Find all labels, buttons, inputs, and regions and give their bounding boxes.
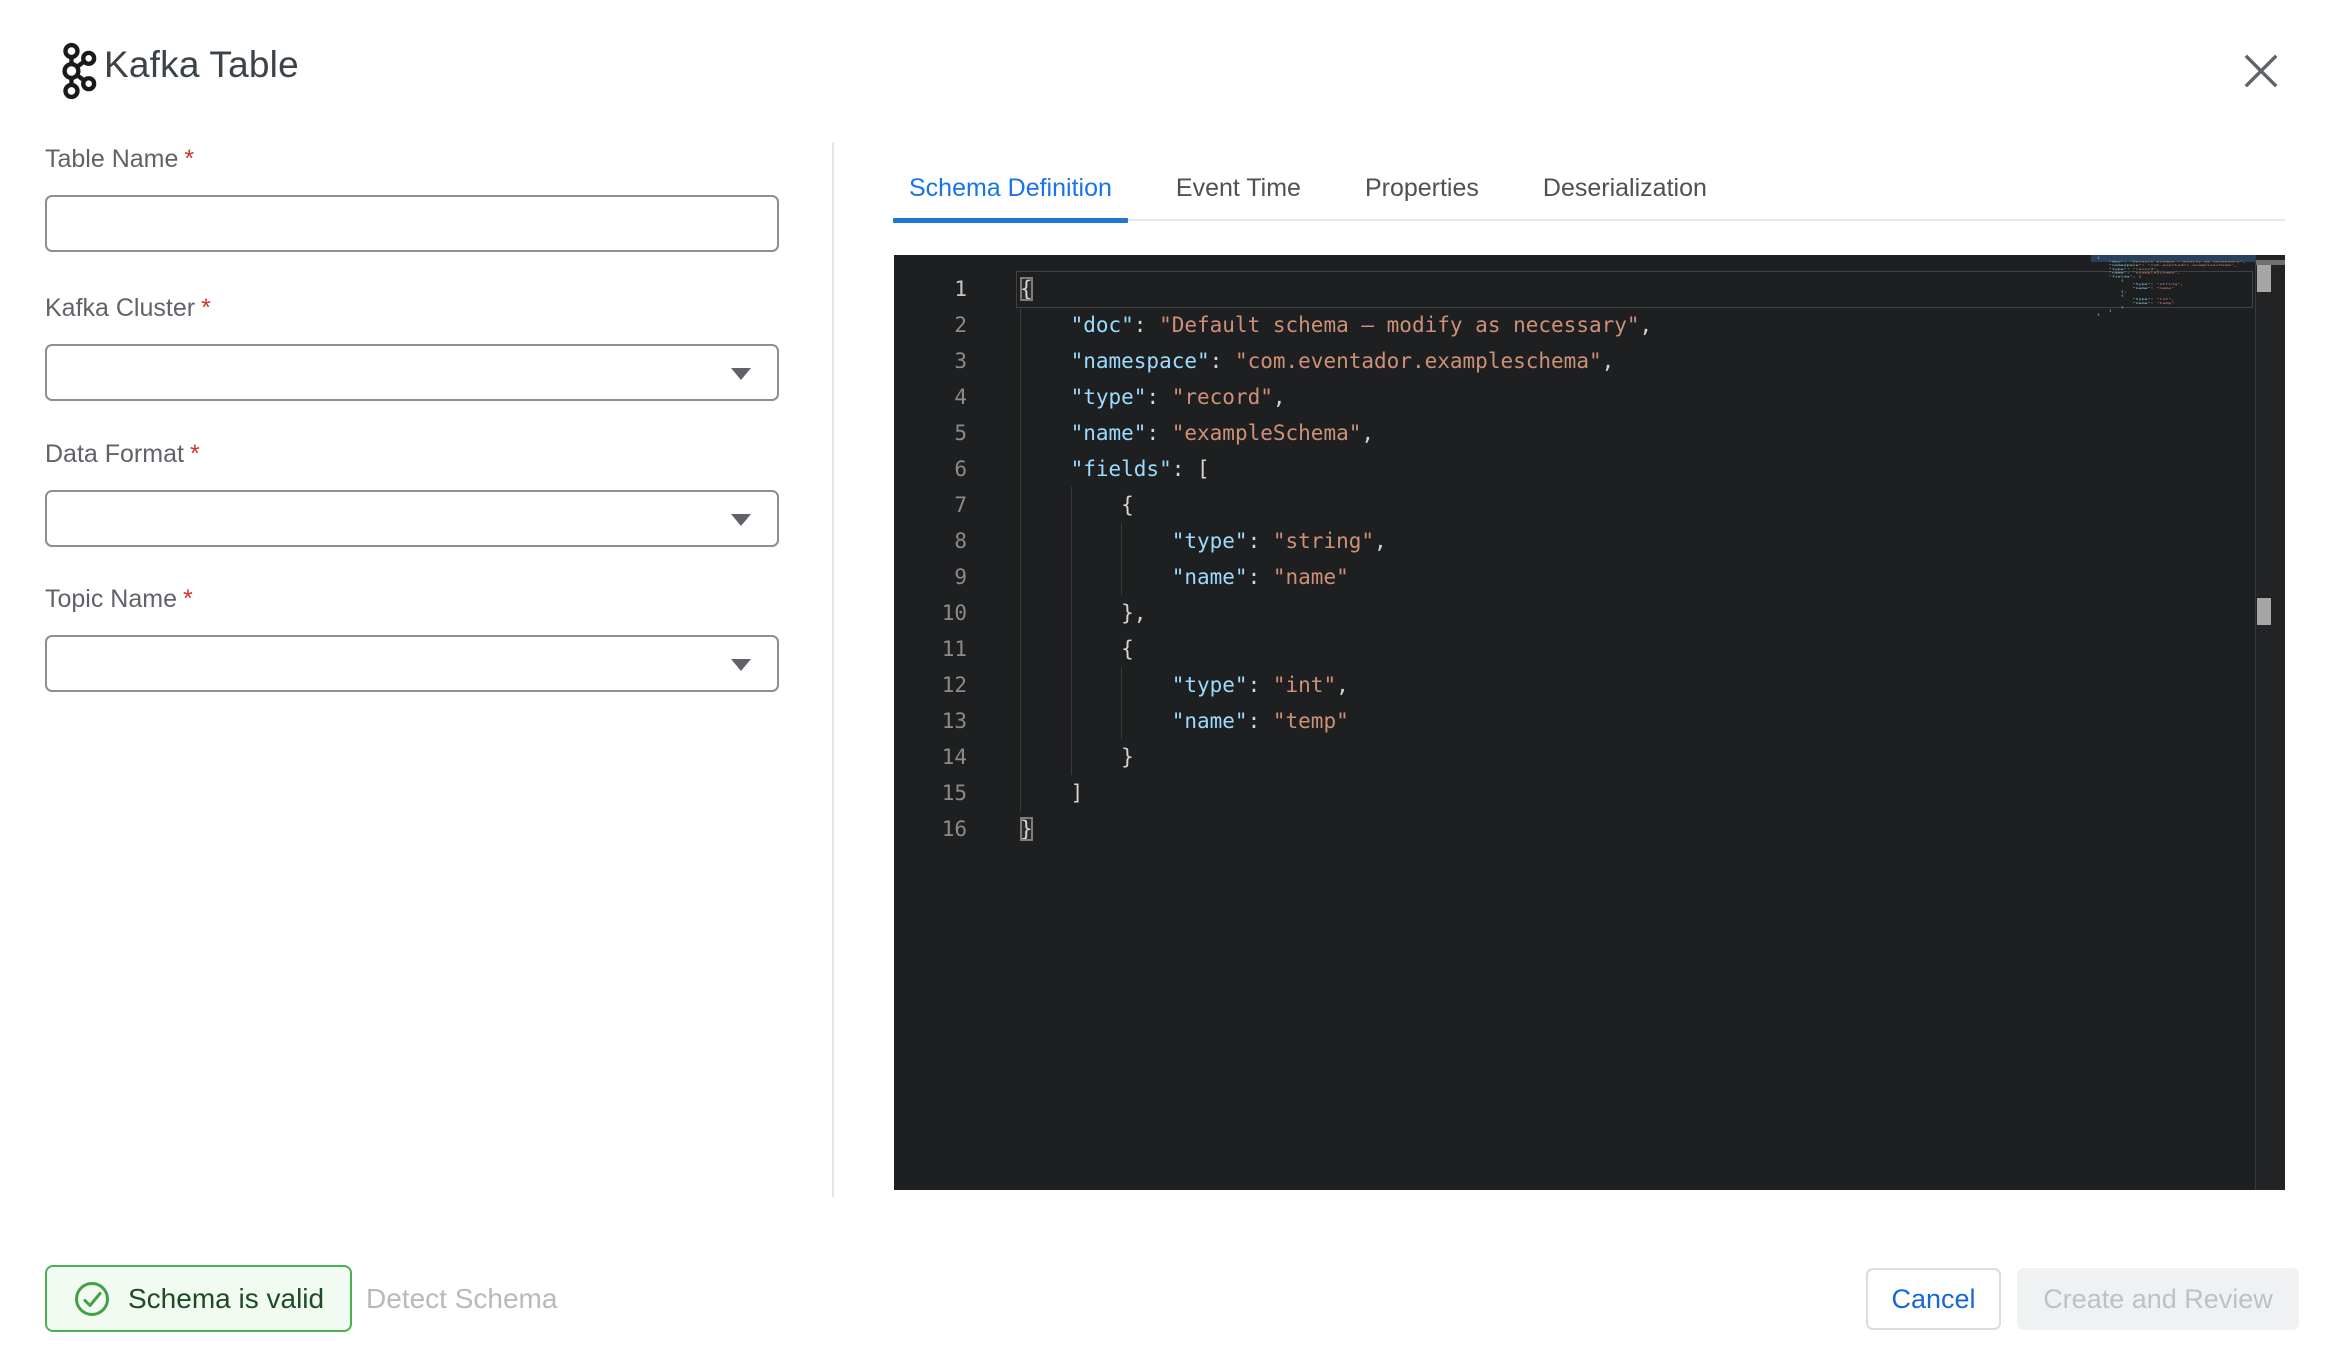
line-number: 16 — [941, 817, 967, 841]
line-number: 9 — [954, 565, 967, 589]
close-icon[interactable] — [2240, 50, 2282, 92]
code-line[interactable]: 3 "namespace": "com.eventador.examplesch… — [894, 343, 2253, 379]
line-number: 10 — [941, 601, 967, 625]
code-line[interactable]: 12 "type": "int", — [894, 667, 2253, 703]
field-kafka-cluster: Kafka Cluster * — [45, 294, 779, 401]
code-line[interactable]: 16} — [894, 811, 2253, 847]
scrollbar-thumb[interactable] — [2257, 265, 2271, 292]
code-line[interactable]: 10 }, — [894, 595, 2253, 631]
tab-event-time[interactable]: Event Time — [1160, 168, 1317, 221]
line-number: 12 — [941, 673, 967, 697]
code-lines[interactable]: 1{2 "doc": "Default schema — modify as n… — [894, 271, 2253, 847]
tab-bar: Schema Definition Event Time Properties Des… — [893, 168, 2285, 223]
detect-schema-button[interactable]: Detect Schema — [366, 1265, 557, 1332]
code-line[interactable]: 14 } — [894, 739, 2253, 775]
line-number: 2 — [954, 313, 967, 337]
code-line[interactable]: 4 "type": "record", — [894, 379, 2253, 415]
schema-valid-label: Schema is valid — [128, 1282, 325, 1314]
line-number: 4 — [954, 385, 967, 409]
field-topic-name: Topic Name * — [45, 585, 779, 692]
tab-deserialization[interactable]: Deserialization — [1527, 168, 1723, 221]
field-label-topic-name: Topic Name * — [45, 585, 193, 613]
field-label-data-format: Data Format * — [45, 440, 200, 468]
minimap-code: { "doc": "Default schema — modify as nec… — [2097, 256, 2246, 316]
line-number: 5 — [954, 421, 967, 445]
field-label-table-name: Table Name * — [45, 145, 195, 173]
line-number: 8 — [954, 529, 967, 553]
editor-scrollbar[interactable] — [2255, 255, 2285, 1190]
select-data-format[interactable] — [45, 490, 779, 547]
code-line[interactable]: 6 "fields": [ — [894, 451, 2253, 487]
code-line[interactable]: 11 { — [894, 631, 2253, 667]
field-label-kafka-cluster: Kafka Cluster * — [45, 294, 211, 322]
code-line[interactable]: 5 "name": "exampleSchema", — [894, 415, 2253, 451]
select-topic-name[interactable] — [45, 635, 779, 692]
kafka-table-dialog: Kafka Table Table Name * Kafka Cluster * Dat… — [0, 0, 2346, 1356]
scrollbar-marker — [2257, 598, 2271, 625]
check-circle-icon — [75, 1281, 109, 1316]
chevron-down-icon — [731, 658, 751, 671]
line-number: 14 — [941, 745, 967, 769]
code-line[interactable]: 9 "name": "name" — [894, 559, 2253, 595]
line-number: 3 — [954, 349, 967, 373]
kafka-logo-icon — [62, 42, 97, 100]
line-number: 11 — [941, 637, 967, 661]
tab-properties[interactable]: Properties — [1349, 168, 1495, 221]
line-number: 15 — [941, 781, 967, 805]
input-table-name[interactable] — [45, 195, 779, 252]
code-line[interactable]: 8 "type": "string", — [894, 523, 2253, 559]
code-line[interactable]: 7 { — [894, 487, 2253, 523]
chevron-down-icon — [731, 513, 751, 526]
field-data-format: Data Format * — [45, 440, 779, 547]
chevron-down-icon — [731, 367, 751, 380]
create-and-review-button[interactable]: Create and Review — [2017, 1268, 2299, 1330]
schema-code-editor[interactable]: 1{2 "doc": "Default schema — modify as n… — [894, 255, 2285, 1190]
line-number: 13 — [941, 709, 967, 733]
code-line[interactable]: 2 "doc": "Default schema — modify as nec… — [894, 307, 2253, 343]
line-number: 7 — [954, 493, 967, 517]
editor-minimap[interactable]: { "doc": "Default schema — modify as nec… — [2091, 255, 2255, 351]
field-table-name: Table Name * — [45, 145, 779, 252]
schema-valid-badge: Schema is valid — [45, 1265, 353, 1332]
code-line[interactable]: 1{ — [894, 271, 2253, 307]
line-number: 6 — [954, 457, 967, 481]
vertical-divider — [832, 142, 834, 1197]
tab-schema-definition[interactable]: Schema Definition — [893, 168, 1128, 223]
code-line[interactable]: 15 ] — [894, 775, 2253, 811]
cancel-button[interactable]: Cancel — [1866, 1268, 2001, 1330]
line-number: 1 — [954, 277, 967, 301]
dialog-title: Kafka Table — [104, 44, 299, 85]
code-line[interactable]: 13 "name": "temp" — [894, 703, 2253, 739]
select-kafka-cluster[interactable] — [45, 344, 779, 401]
